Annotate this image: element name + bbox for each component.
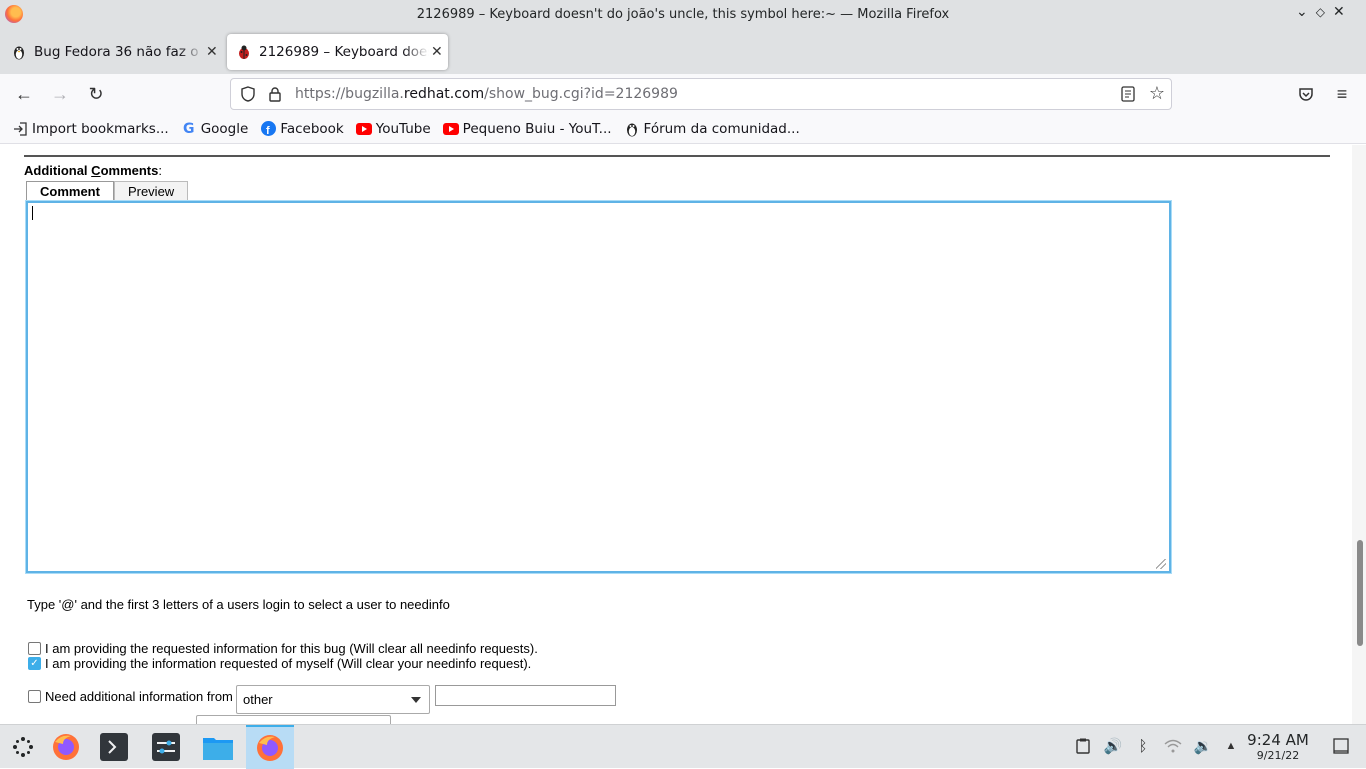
firefox-logo-icon [5, 5, 23, 23]
clock-time: 9:24 AM [1247, 731, 1309, 749]
bookmark-label: YouTube [375, 120, 431, 137]
need-more-row[interactable]: Need additional information from [28, 689, 233, 704]
show-desktop-icon[interactable] [1332, 737, 1350, 755]
file-manager-icon[interactable] [197, 729, 239, 765]
bookmark-label: Facebook [280, 120, 344, 137]
navigation-toolbar: ← → ↻ https://bugzilla.redhat.com/show_b… [0, 74, 1366, 114]
label-part: Additional [24, 163, 92, 178]
comment-textarea[interactable] [26, 201, 1171, 573]
bookmark-google[interactable]: G Google [181, 120, 249, 137]
tab-label: Bug Fedora 36 não faz o til [34, 44, 204, 60]
volume-icon[interactable]: 🔊 [1104, 737, 1123, 755]
pocket-icon[interactable] [1294, 82, 1318, 106]
window-titlebar: 2126989 – Keyboard doesn't do joão's unc… [0, 0, 1366, 28]
tab-bug-fedora[interactable]: Bug Fedora 36 não faz o til ✕ [2, 34, 224, 70]
firefox-taskbar-icon[interactable] [45, 729, 87, 765]
tab-label: 2126989 – Keyboard doesn't do [259, 44, 429, 60]
bookmark-pequeno-buiu[interactable]: Pequeno Buiu - YouT... [442, 120, 612, 137]
bugzilla-icon [235, 43, 253, 61]
additional-comments-label: Additional Comments: [24, 163, 162, 178]
youtube-icon [355, 121, 372, 137]
label-part: omments [100, 163, 159, 178]
back-button[interactable]: ← [12, 82, 36, 106]
penguin-icon [10, 43, 28, 61]
clock[interactable]: 9:24 AM 9/21/22 [1246, 731, 1310, 762]
svg-text:f: f [266, 125, 270, 136]
provide-all-label[interactable]: I am providing the requested information… [45, 641, 538, 656]
label-colon: : [158, 163, 162, 178]
need-more-label[interactable]: Need additional information from [45, 689, 233, 704]
text-caret [32, 206, 33, 220]
app-launcher-icon[interactable] [2, 729, 44, 765]
url-prefix: https://bugzilla. [295, 86, 404, 102]
bookmark-label: Fórum da comunidad... [643, 120, 800, 137]
comment-tabs: Comment Preview [26, 181, 189, 201]
url-bar[interactable]: https://bugzilla.redhat.com/show_bug.cgi… [230, 78, 1172, 110]
close-tab-icon[interactable]: ✕ [431, 44, 443, 60]
resize-handle[interactable] [1156, 559, 1166, 569]
bookmark-forum[interactable]: Fórum da comunidad... [624, 121, 800, 137]
needinfo-user-input[interactable] [435, 685, 616, 706]
bookmark-label: Pequeno Buiu - YouT... [462, 120, 612, 137]
page-content: Additional Comments: Comment Preview Typ… [0, 145, 1366, 724]
youtube-icon [442, 121, 459, 137]
bluetooth-icon[interactable]: ᛒ [1134, 737, 1152, 755]
facebook-icon: f [260, 121, 276, 137]
tab-strip: Bug Fedora 36 não faz o til ✕ 2126989 – … [0, 28, 1366, 92]
url-path: /show_bug.cgi?id=2126989 [484, 86, 678, 102]
needinfo-from-select[interactable]: other [236, 685, 430, 714]
scrollbar-thumb[interactable] [1357, 540, 1363, 646]
chevron-down-icon [411, 697, 421, 703]
page-scrollbar[interactable] [1352, 145, 1366, 724]
bookmark-label: Import bookmarks... [32, 120, 169, 137]
google-icon: G [182, 120, 195, 137]
tab-bugzilla[interactable]: 2126989 – Keyboard doesn't do ✕ [227, 34, 448, 70]
select-value: other [243, 692, 273, 707]
minimize-icon[interactable]: ⌄ [1296, 4, 1308, 20]
window-controls: ⌄ ◇ ✕ [1296, 4, 1345, 20]
audio-output-icon[interactable]: 🔉 [1194, 737, 1213, 755]
forward-button[interactable]: → [48, 82, 72, 106]
system-settings-icon[interactable] [145, 729, 187, 765]
url-domain: redhat.com [403, 86, 485, 102]
penguin-icon [624, 121, 640, 137]
tray-expand-icon[interactable]: ▲ [1222, 737, 1240, 755]
maximize-icon[interactable]: ◇ [1316, 5, 1325, 20]
bookmark-import[interactable]: Import bookmarks... [12, 121, 169, 137]
bookmark-facebook[interactable]: f Facebook [260, 120, 344, 137]
taskbar: 🔊 ᛒ 🔉 ▲ 9:24 AM 9/21/22 [0, 724, 1366, 769]
provide-all-row[interactable]: I am providing the requested information… [28, 641, 538, 656]
clipboard-icon[interactable] [1074, 737, 1092, 755]
close-window-icon[interactable]: ✕ [1333, 4, 1345, 20]
shield-icon[interactable] [239, 86, 257, 102]
tab-preview[interactable]: Preview [113, 181, 189, 201]
clock-date: 9/21/22 [1256, 749, 1300, 762]
need-more-checkbox[interactable] [28, 690, 41, 703]
terminal-icon[interactable] [93, 729, 135, 765]
firefox-active-window-icon[interactable] [246, 725, 294, 769]
reload-button[interactable]: ↻ [84, 82, 108, 106]
provide-mine-checkbox[interactable]: ✓ [28, 657, 41, 670]
reader-view-icon[interactable] [1121, 86, 1135, 106]
provide-mine-label[interactable]: I am providing the information requested… [45, 656, 531, 671]
section-divider [24, 155, 1330, 157]
provide-all-checkbox[interactable] [28, 642, 41, 655]
menu-hamburger-icon[interactable]: ≡ [1330, 82, 1354, 106]
bookmark-star-icon[interactable]: ☆ [1149, 83, 1165, 104]
partial-select-below[interactable] [196, 715, 391, 724]
label-accesskey: C [91, 163, 101, 178]
url-text[interactable]: https://bugzilla.redhat.com/show_bug.cgi… [295, 86, 678, 102]
needinfo-hint: Type '@' and the first 3 letters of a us… [27, 597, 450, 612]
bookmark-label: Google [200, 120, 249, 137]
tab-comment[interactable]: Comment [26, 181, 114, 201]
window-title: 2126989 – Keyboard doesn't do joão's unc… [416, 6, 950, 22]
import-icon [12, 121, 28, 137]
bookmark-youtube[interactable]: YouTube [355, 120, 431, 137]
close-tab-icon[interactable]: ✕ [206, 44, 218, 60]
bookmarks-toolbar: Import bookmarks... G Google f Facebook … [0, 114, 1366, 144]
provide-mine-row[interactable]: ✓ I am providing the information request… [28, 656, 531, 671]
lock-icon[interactable] [267, 86, 283, 102]
wifi-icon[interactable] [1164, 737, 1182, 755]
